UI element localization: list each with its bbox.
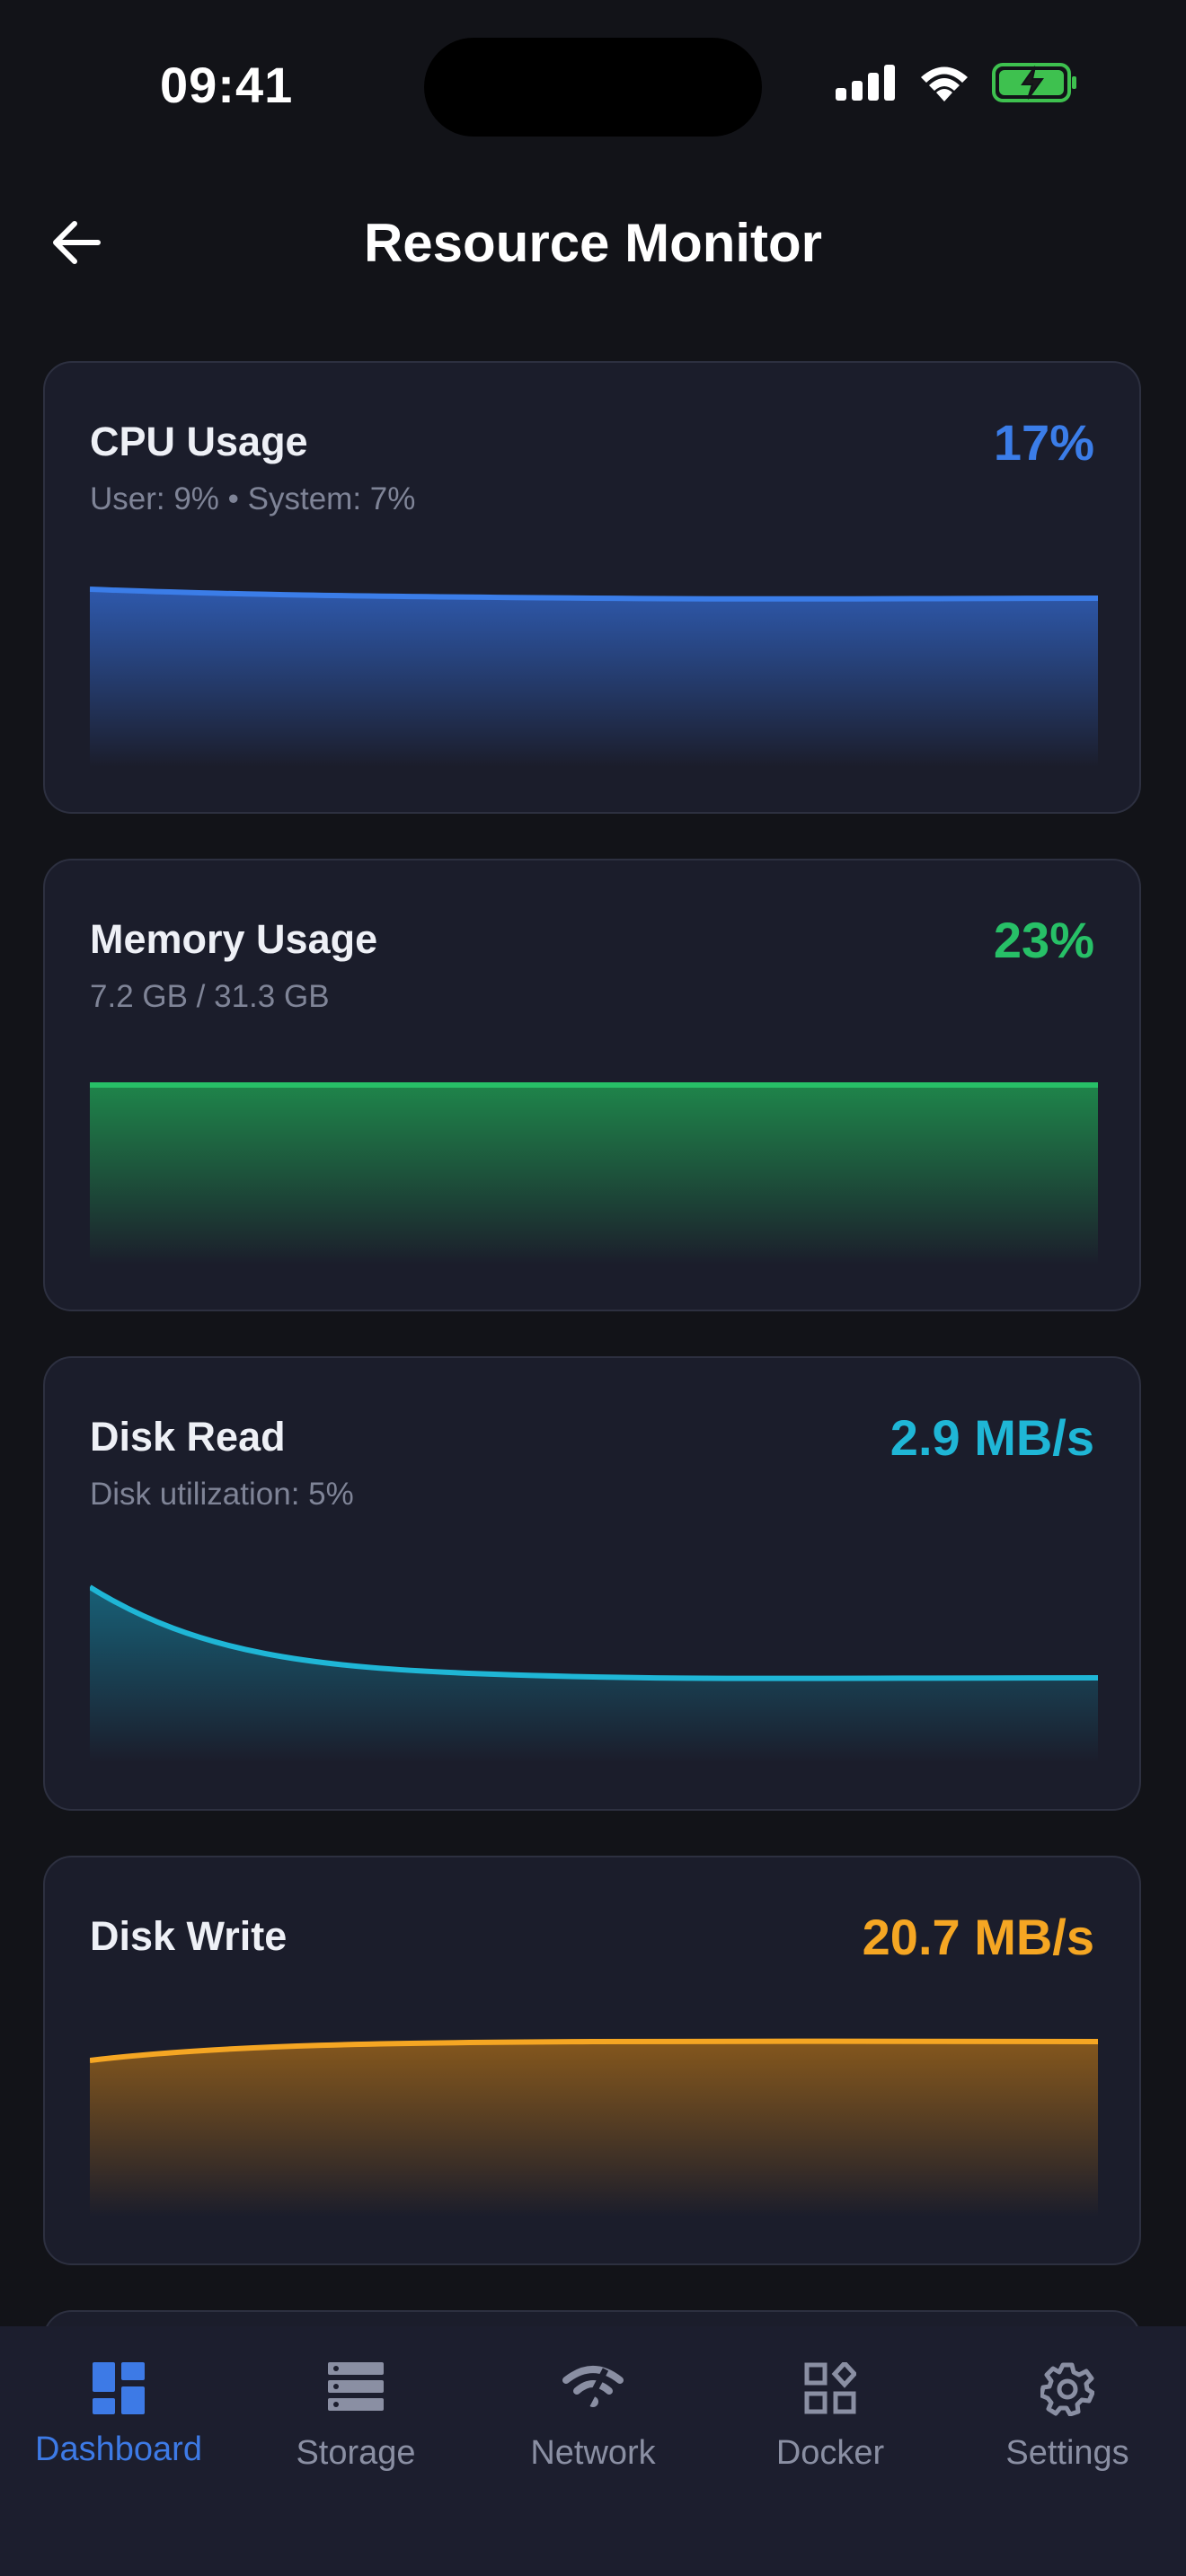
card-subtitle: 7.2 GB / 31.3 GB — [90, 979, 330, 1014]
memory-area — [90, 1085, 1098, 1265]
signal-icon — [836, 65, 895, 101]
status-time: 09:41 — [160, 57, 294, 113]
cpu-area — [90, 589, 1098, 767]
card-value: 17% — [993, 414, 1094, 471]
card-title: Disk Read — [90, 1414, 286, 1460]
card-value: 23% — [993, 912, 1094, 968]
memory-usage-card[interactable]: Memory Usage 7.2 GB / 31.3 GB 23% — [43, 859, 1141, 1311]
card-title: Memory Usage — [90, 916, 378, 962]
dynamic-island — [424, 38, 762, 137]
nav-label: Dashboard — [35, 2430, 202, 2468]
docker-icon — [804, 2362, 856, 2414]
dashboard-icon — [93, 2362, 145, 2414]
nav-label: Storage — [296, 2434, 416, 2472]
card-subtitle: User: 9% • System: 7% — [90, 481, 416, 516]
nav-network[interactable]: Network — [474, 2344, 712, 2506]
card-title: CPU Usage — [90, 419, 308, 464]
nav-label: Network — [530, 2434, 656, 2472]
network-icon — [562, 2366, 624, 2409]
settings-icon — [1040, 2362, 1094, 2416]
status-icons — [836, 63, 1078, 102]
card-subtitle: Disk utilization: 5% — [90, 1477, 354, 1512]
disk-write-card[interactable]: Disk Write 20.7 MB/s — [43, 1856, 1141, 2265]
app-header: Resource Monitor — [0, 189, 1186, 296]
nav-label: Docker — [775, 2434, 885, 2472]
memory-usage-chart — [90, 1082, 1098, 1265]
disk-read-card[interactable]: Disk Read Disk utilization: 5% 2.9 MB/s — [43, 1356, 1141, 1811]
nav-storage[interactable]: Storage — [237, 2344, 474, 2506]
nav-dashboard[interactable]: Dashboard — [0, 2344, 237, 2506]
storage-icon — [328, 2362, 384, 2411]
card-title: Disk Write — [90, 1913, 288, 1959]
nav-label: Settings — [1005, 2434, 1129, 2472]
cpu-usage-card[interactable]: CPU Usage User: 9% • System: 7% 17% — [43, 361, 1141, 814]
status-bar: 09:41 — [0, 0, 1186, 171]
nav-docker[interactable]: Docker — [712, 2344, 949, 2506]
card-value: 20.7 MB/s — [862, 1909, 1094, 1965]
wifi-icon — [921, 66, 968, 101]
page-title: Resource Monitor — [363, 213, 823, 273]
battery-charging-icon — [992, 63, 1076, 102]
nav-settings[interactable]: Settings — [949, 2344, 1186, 2506]
disk-read-chart — [90, 1584, 1098, 1762]
disk-write-area — [90, 2041, 1098, 2217]
card-value: 2.9 MB/s — [890, 1409, 1094, 1466]
bottom-navigation: Dashboard Storage Network Docker Setting… — [0, 2326, 1186, 2576]
disk-write-chart — [90, 2038, 1098, 2217]
cpu-usage-chart — [90, 587, 1098, 767]
